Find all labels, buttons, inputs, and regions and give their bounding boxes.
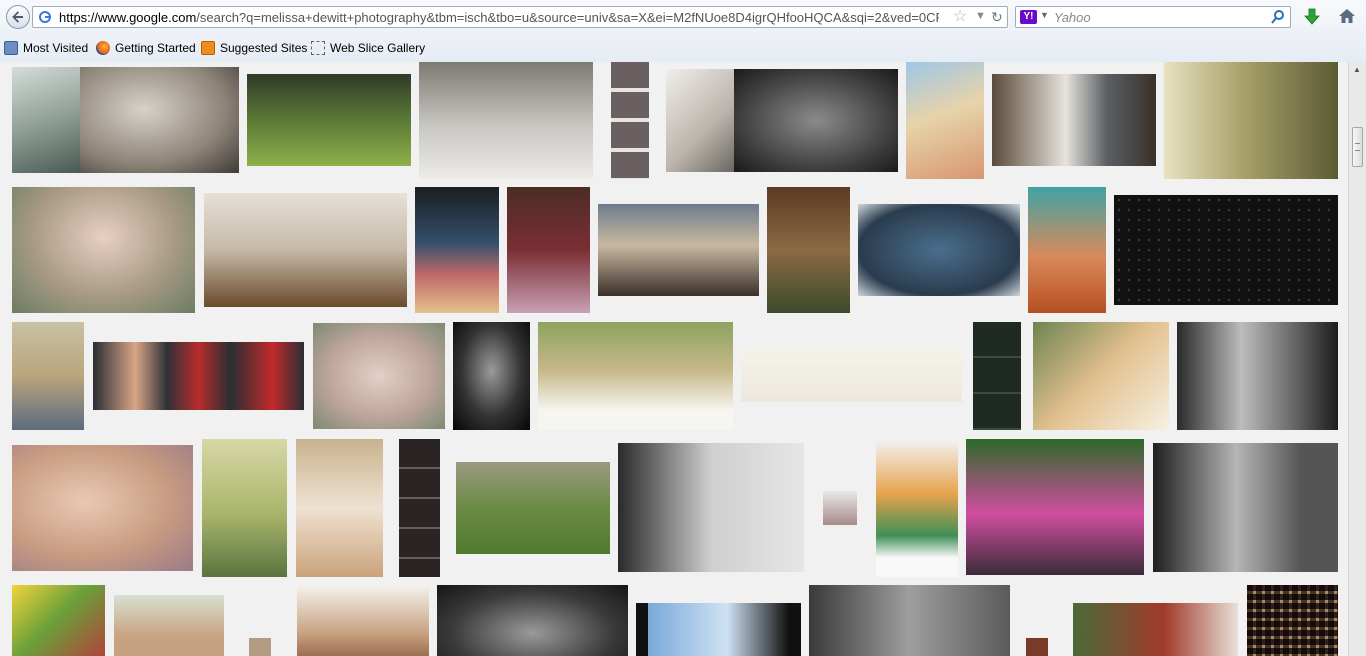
image-result[interactable] (741, 348, 962, 402)
image-result[interactable] (809, 585, 1010, 656)
image-result[interactable] (906, 62, 984, 179)
image-result[interactable] (1177, 322, 1338, 430)
yahoo-logo-icon[interactable]: Y! (1020, 10, 1037, 24)
bookmark-label: Getting Started (115, 41, 196, 55)
scroll-thumb[interactable] (1352, 127, 1363, 167)
image-result[interactable] (313, 323, 445, 429)
image-result[interactable] (204, 193, 407, 307)
image-result[interactable] (538, 322, 733, 430)
suggested-sites-icon (201, 41, 215, 55)
reload-icon[interactable]: ↻ (991, 9, 1003, 25)
image-result[interactable] (453, 322, 530, 430)
image-result[interactable] (419, 62, 593, 179)
image-result[interactable] (618, 443, 804, 572)
image-result[interactable] (1028, 187, 1106, 313)
google-favicon (38, 10, 52, 24)
image-result[interactable] (666, 69, 734, 172)
url-path: /search?q=melissa+dewitt+photography&tbm… (196, 10, 939, 25)
bookmark-label: Most Visited (23, 41, 89, 55)
image-result[interactable] (1114, 195, 1338, 305)
vertical-scrollbar[interactable]: ▲ (1348, 62, 1366, 656)
image-result[interactable] (1026, 638, 1048, 656)
engine-dropdown-icon[interactable]: ▼ (1040, 10, 1049, 20)
home-icon[interactable] (1337, 7, 1357, 25)
image-result[interactable] (12, 322, 84, 430)
image-result[interactable] (12, 67, 80, 173)
image-result[interactable] (93, 342, 304, 410)
image-result[interactable] (611, 62, 649, 179)
image-result[interactable] (823, 491, 857, 525)
image-result[interactable] (297, 585, 429, 656)
bookmarks-toolbar: Most Visited Getting Started Suggested S… (0, 38, 1366, 60)
image-result[interactable] (399, 439, 440, 577)
image-result[interactable] (456, 462, 610, 554)
browser-chrome: https://www.google.com/search?q=melissa+… (0, 0, 1366, 63)
image-result[interactable] (1164, 62, 1338, 179)
bookmark-star-icon[interactable]: ☆ (953, 9, 967, 25)
image-result[interactable] (734, 69, 898, 172)
url-bar[interactable]: https://www.google.com/search?q=melissa+… (32, 6, 1008, 28)
bookmark-getting-started[interactable]: Getting Started (96, 41, 196, 55)
web-slice-icon (311, 41, 325, 55)
image-result[interactable] (992, 74, 1156, 166)
image-result[interactable] (973, 322, 1021, 430)
image-result[interactable] (858, 204, 1020, 296)
image-result[interactable] (12, 445, 193, 571)
bookmark-label: Suggested Sites (220, 41, 308, 55)
url-text[interactable]: https://www.google.com/search?q=melissa+… (59, 10, 939, 25)
scroll-up-arrow-icon[interactable]: ▲ (1353, 65, 1361, 74)
image-result[interactable] (296, 439, 383, 577)
image-result[interactable] (598, 204, 759, 296)
bookmark-suggested-sites[interactable]: Suggested Sites (201, 41, 307, 55)
image-result[interactable] (247, 74, 411, 166)
firefox-icon (96, 41, 110, 55)
image-result[interactable] (507, 187, 590, 313)
image-result[interactable] (767, 187, 850, 313)
image-result[interactable] (1153, 443, 1338, 572)
image-result[interactable] (415, 187, 499, 313)
image-result[interactable] (876, 439, 958, 577)
bookmark-most-visited[interactable]: Most Visited (4, 41, 88, 55)
image-result[interactable] (249, 638, 271, 656)
search-bar[interactable]: Y! ▼ Yahoo (1015, 6, 1291, 28)
download-arrow-icon[interactable] (1303, 8, 1321, 26)
image-result[interactable] (437, 585, 628, 656)
url-host: https://www.google.com (59, 10, 197, 25)
image-result[interactable] (114, 595, 224, 656)
image-result[interactable] (1033, 322, 1169, 430)
image-result[interactable] (966, 439, 1144, 575)
image-result[interactable] (80, 67, 239, 173)
search-magnifier-icon[interactable] (1270, 9, 1286, 25)
most-visited-icon (4, 41, 18, 55)
image-results-grid (0, 62, 1348, 656)
image-result[interactable] (12, 187, 195, 313)
bookmark-label: Web Slice Gallery (330, 41, 426, 55)
image-result[interactable] (1073, 603, 1238, 656)
back-arrow-icon (12, 11, 23, 23)
back-button[interactable] (6, 5, 30, 29)
image-result[interactable] (636, 603, 801, 656)
bookmark-web-slice-gallery[interactable]: Web Slice Gallery (311, 41, 425, 55)
image-result[interactable] (12, 585, 105, 656)
url-history-dropdown-icon[interactable]: ▼ (975, 10, 986, 22)
search-engine-placeholder: Yahoo (1054, 10, 1091, 25)
image-result[interactable] (202, 439, 287, 577)
image-result[interactable] (1247, 585, 1338, 656)
